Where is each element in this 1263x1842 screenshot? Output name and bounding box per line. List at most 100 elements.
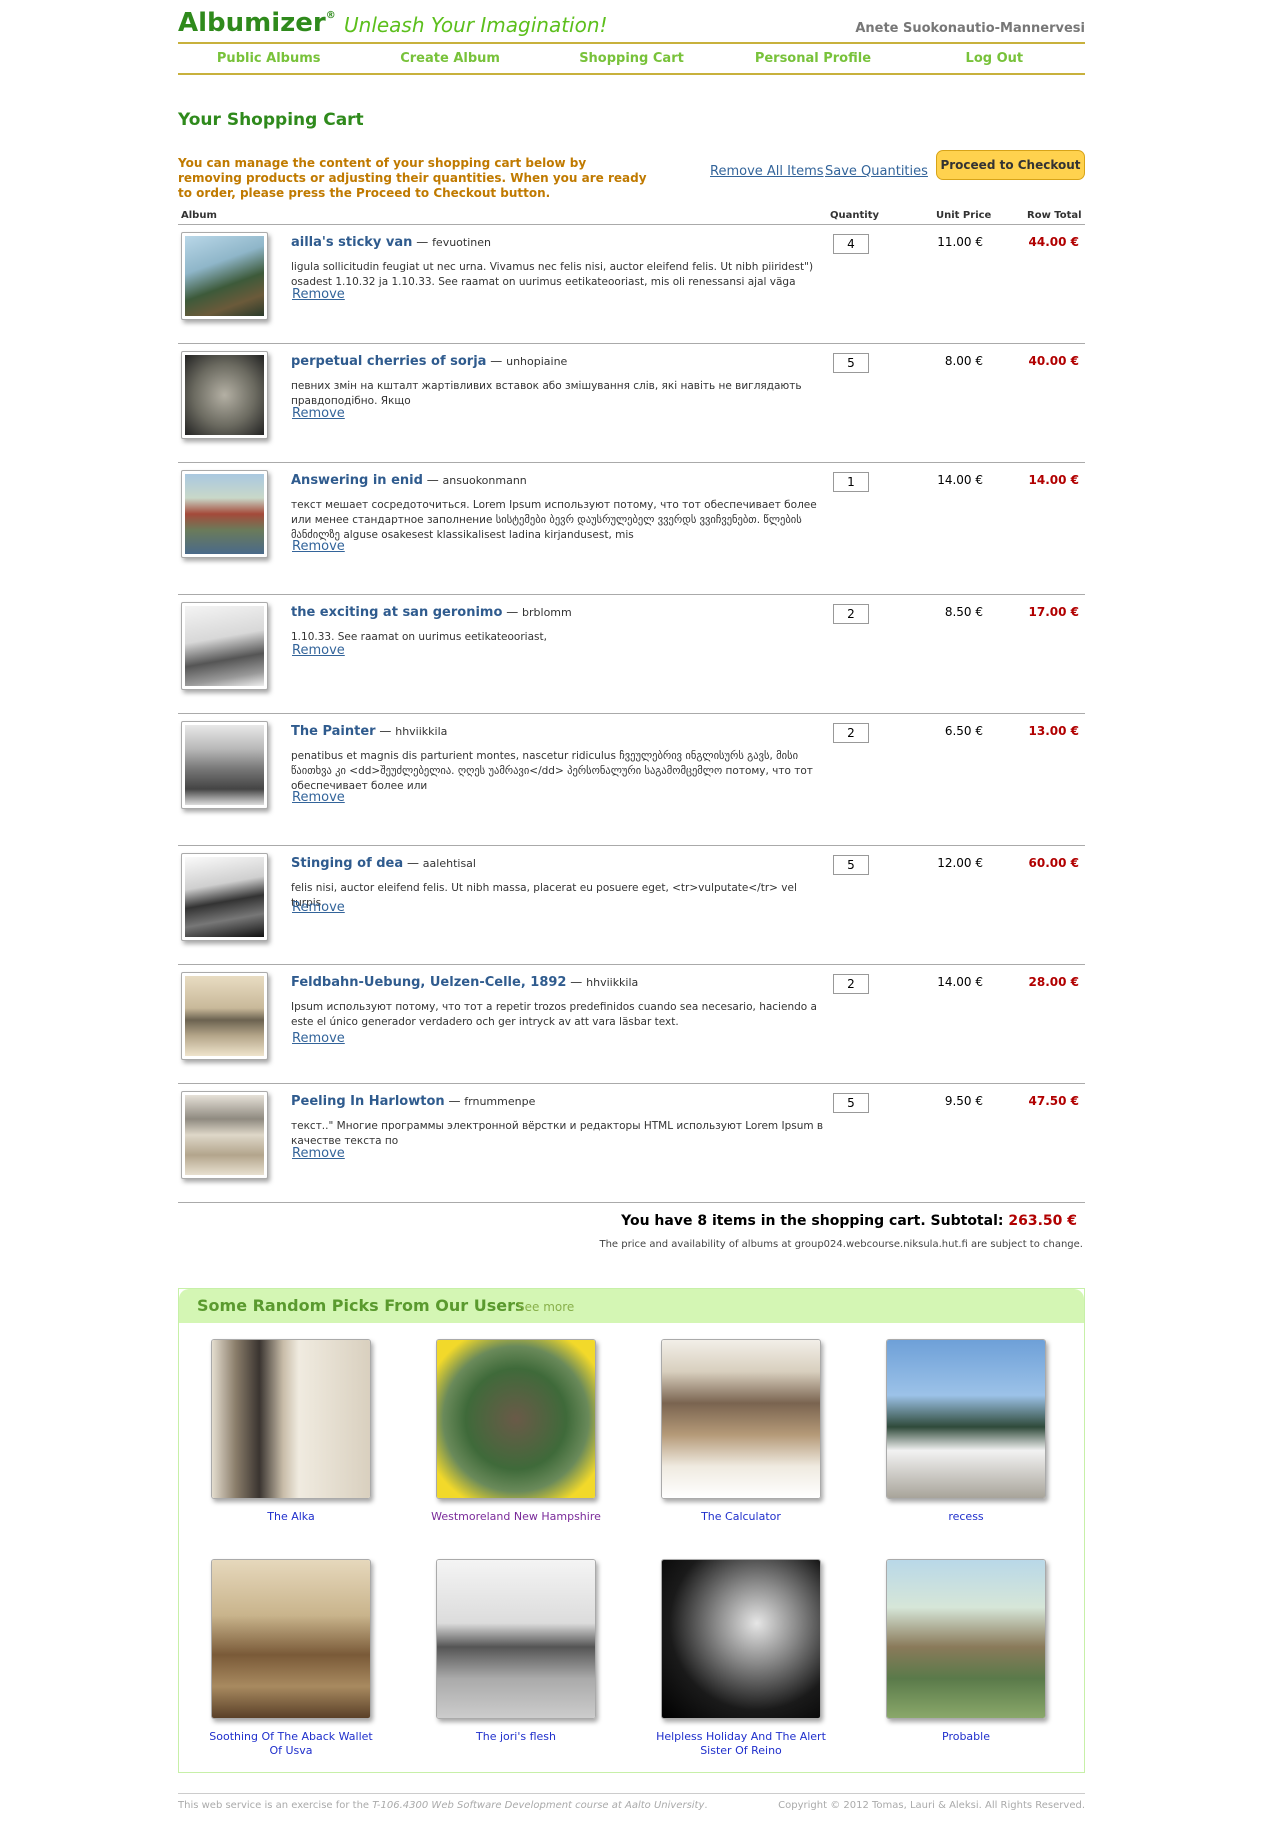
pick-image[interactable] [886,1559,1046,1719]
pick-image[interactable] [211,1339,371,1499]
pick-link[interactable]: recess [881,1510,1051,1524]
album-title-link[interactable]: Peeling In Harlowton [291,1094,445,1109]
row-total: 28.00 € [1028,975,1079,989]
nav-create-album[interactable]: Create Album [359,51,540,66]
row-total: 44.00 € [1028,235,1079,249]
pick-link[interactable]: The Calculator [656,1510,826,1524]
album-thumbnail[interactable] [181,972,268,1060]
random-picks-header: Some Random Picks From Our Users See mor… [179,1289,1084,1323]
pick-link[interactable]: Westmoreland New Hampshire [431,1510,601,1524]
footer-course-link[interactable]: T-106.4300 Web Software Development cour… [372,1800,704,1811]
cart-item: Peeling In Harlowton — frnummenpe текст.… [178,1084,1085,1203]
remove-link[interactable]: Remove [292,790,345,805]
album-owner: frnummenpe [464,1095,536,1108]
pick-image[interactable] [436,1339,596,1499]
row-total: 17.00 € [1028,605,1079,619]
proceed-to-checkout-button[interactable]: Proceed to Checkout [936,150,1085,180]
pick-image[interactable] [886,1339,1046,1499]
album-title-link[interactable]: the exciting at san geronimo [291,605,502,620]
album-thumbnail[interactable] [181,853,268,941]
pick-link[interactable]: The jori's flesh [431,1730,601,1744]
pick-item[interactable]: Soothing Of The Aback Wallet Of Usva [191,1559,391,1758]
unit-price: 12.00 € [937,856,983,870]
quantity-input[interactable]: 2 [833,974,869,994]
logo[interactable]: Albumizer® [178,8,336,38]
album-title-link[interactable]: perpetual cherries of sorja [291,354,486,369]
album-thumbnail[interactable] [181,721,268,809]
row-total: 40.00 € [1028,354,1079,368]
pick-item[interactable]: Probable [866,1559,1066,1744]
album-description: певних змін на кшталт жартівливих вставо… [291,380,802,407]
cart-item: perpetual cherries of sorja — unhopiaine… [178,344,1085,463]
pick-image[interactable] [436,1559,596,1719]
subtotal-amount: 263.50 € [1008,1213,1077,1229]
cart-item: ailla's sticky van — fevuotinen ligula s… [178,225,1085,344]
row-total: 60.00 € [1028,856,1079,870]
nav-public-albums[interactable]: Public Albums [178,51,359,66]
album-title-line: the exciting at san geronimo — brblomm [291,605,572,620]
remove-link[interactable]: Remove [292,287,345,302]
quantity-input[interactable]: 5 [833,1093,869,1113]
footer-copyright: Copyright © 2012 Tomas, Lauri & Aleksi. … [778,1800,1085,1811]
pick-item[interactable]: The Alka [191,1339,391,1524]
pick-item[interactable]: The jori's flesh [416,1559,616,1744]
album-owner: hhviikkila [586,976,639,989]
cart-item: The Painter — hhviikkila penatibus et ma… [178,714,1085,846]
quantity-input[interactable]: 4 [833,234,869,254]
nav-personal-profile[interactable]: Personal Profile [722,51,903,66]
quantity-input[interactable]: 1 [833,472,869,492]
unit-price: 8.00 € [944,354,983,368]
footer-credits-prefix: This web service is an exercise for the [178,1800,373,1811]
album-thumbnail[interactable] [181,1091,268,1179]
pick-link[interactable]: The Alka [206,1510,376,1524]
cart-subtotal: You have 8 items in the shopping cart. S… [178,1213,1085,1229]
quantity-input[interactable]: 2 [833,723,869,743]
row-total: 47.50 € [1028,1094,1079,1108]
album-title-link[interactable]: The Painter [291,724,376,739]
pick-image[interactable] [661,1339,821,1499]
remove-link[interactable]: Remove [292,643,345,658]
quantity-input[interactable]: 5 [833,353,869,373]
album-thumbnail[interactable] [181,232,268,320]
quantity-input[interactable]: 2 [833,604,869,624]
remove-link[interactable]: Remove [292,406,345,421]
album-owner: fevuotinen [432,236,491,249]
unit-price: 11.00 € [937,235,983,249]
album-title-line: Stinging of dea — aalehtisal [291,856,476,871]
pick-link[interactable]: Helpless Holiday And The Alert Sister Of… [656,1730,826,1758]
album-thumbnail[interactable] [181,351,268,439]
unit-price: 14.00 € [937,473,983,487]
cart-toolbar: You can manage the content of your shopp… [178,150,1085,208]
pick-item[interactable]: Westmoreland New Hampshire [416,1339,616,1524]
column-unit-price: Unit Price [936,210,992,221]
nav-log-out[interactable]: Log Out [904,51,1085,66]
pick-link[interactable]: Soothing Of The Aback Wallet Of Usva [206,1730,376,1758]
nav-shopping-cart[interactable]: Shopping Cart [541,51,722,66]
price-note: The price and availability of albums at … [599,1239,1083,1250]
cart-item: Answering in enid — ansuokonmann текст м… [178,463,1085,595]
album-thumbnail[interactable] [181,470,268,558]
album-thumbnail[interactable] [181,602,268,690]
album-title-link[interactable]: Feldbahn-Uebung, Uelzen-Celle, 1892 [291,975,566,990]
pick-image[interactable] [211,1559,371,1719]
album-title-link[interactable]: Answering in enid [291,473,423,488]
remove-link[interactable]: Remove [292,1146,345,1161]
see-more-link[interactable]: See more [517,1300,574,1314]
unit-price: 8.50 € [944,605,983,619]
quantity-input[interactable]: 5 [833,855,869,875]
pick-item[interactable]: The Calculator [641,1339,841,1524]
save-quantities-link[interactable]: Save Quantities [825,164,928,179]
remove-all-link[interactable]: Remove All Items [710,164,824,179]
cart-intro: You can manage the content of your shopp… [178,156,647,200]
pick-link[interactable]: Probable [881,1730,1051,1744]
pick-image[interactable] [661,1559,821,1719]
cart-item: Feldbahn-Uebung, Uelzen-Celle, 1892 — hh… [178,965,1085,1084]
pick-item[interactable]: Helpless Holiday And The Alert Sister Of… [641,1559,841,1758]
album-title-link[interactable]: Stinging of dea [291,856,403,871]
remove-link[interactable]: Remove [292,1031,345,1046]
remove-link[interactable]: Remove [292,539,345,554]
remove-link[interactable]: Remove [292,900,345,915]
row-total: 14.00 € [1028,473,1079,487]
pick-item[interactable]: recess [866,1339,1066,1524]
album-title-link[interactable]: ailla's sticky van [291,235,412,250]
